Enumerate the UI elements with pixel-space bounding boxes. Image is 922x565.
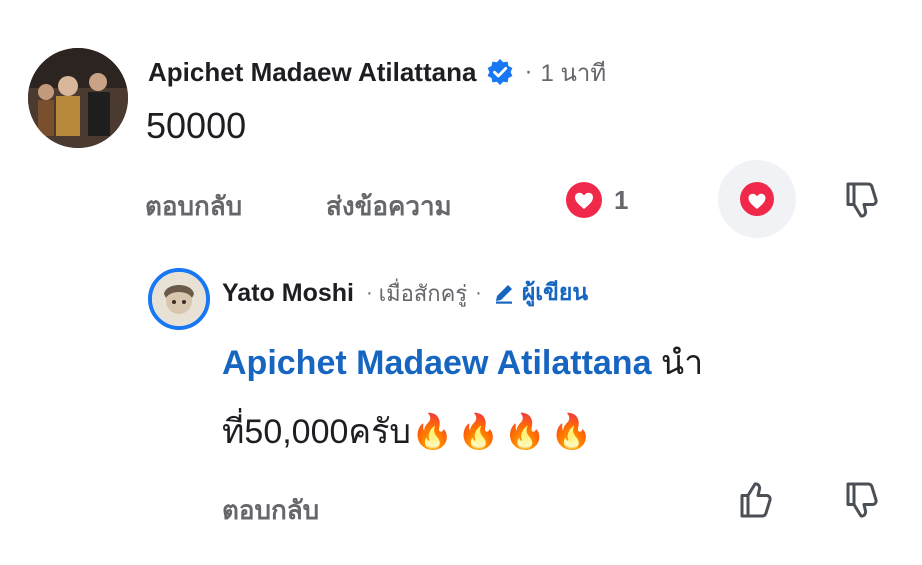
separator-dot: · <box>475 281 482 304</box>
react-button[interactable] <box>718 160 796 238</box>
reply-text-suffix: นำ <box>651 344 704 382</box>
commenter-name[interactable]: Apichet Madaew Atilattana <box>148 57 476 88</box>
reply-dislike-button[interactable] <box>840 478 884 527</box>
send-message-button[interactable]: ส่งข้อความ <box>326 186 452 227</box>
reply-text-line-1: Apichet Madaew Atilattana นำ <box>222 342 703 384</box>
dislike-button[interactable] <box>840 178 884 227</box>
reaction-count: 1 <box>614 184 629 215</box>
heart-reaction-icon <box>566 182 602 218</box>
reply-author-name[interactable]: Yato Moshi <box>222 279 354 308</box>
verified-badge-icon <box>486 58 514 86</box>
reply-reply-button[interactable]: ตอบกลับ <box>222 490 319 531</box>
thumbs-down-icon <box>846 182 878 218</box>
comment-time[interactable]: 1 นาที <box>540 53 606 92</box>
commenter-avatar[interactable] <box>28 48 128 148</box>
separator-dot: · <box>524 58 533 85</box>
thumbs-up-icon <box>740 482 772 518</box>
reply-author-avatar[interactable] <box>148 268 210 330</box>
reply-text: ที่50,000ครับ <box>222 413 411 451</box>
pen-icon <box>492 281 516 305</box>
fire-emojis: 🔥🔥🔥🔥 <box>411 412 597 452</box>
author-badge: ผู้เขียน <box>521 279 589 305</box>
reply-time[interactable]: เมื่อสักครู่ <box>379 276 468 311</box>
separator-dot: · <box>365 281 373 304</box>
thumbs-down-icon <box>846 482 878 518</box>
comment-text: 50000 <box>146 105 247 146</box>
heart-react-icon <box>740 182 774 216</box>
like-button[interactable] <box>734 478 778 527</box>
mention-link[interactable]: Apichet Madaew Atilattana <box>222 344 651 382</box>
reaction-summary[interactable]: 1 <box>566 182 628 218</box>
reply-text-line-2: ที่50,000ครับ🔥🔥🔥🔥 <box>222 410 596 454</box>
reply-button[interactable]: ตอบกลับ <box>145 186 242 227</box>
